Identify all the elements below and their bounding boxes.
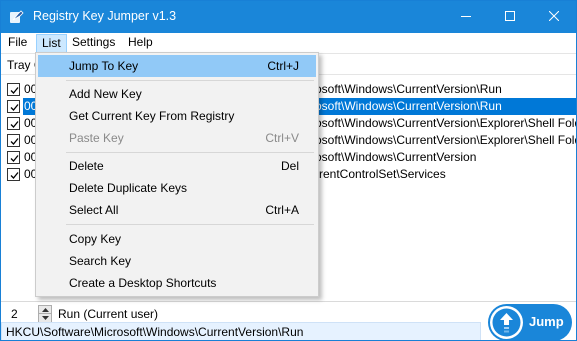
row-checkbox[interactable] [7, 168, 20, 181]
checkmark-icon [10, 155, 19, 162]
app-window: Registry Key Jumper v1.3 File List Setti… [0, 0, 577, 341]
menu-item-shortcut: Ctrl+J [267, 59, 299, 73]
key-count-field[interactable]: 2 [11, 306, 35, 322]
row-checkbox[interactable] [7, 100, 20, 113]
checkmark-icon [10, 87, 19, 94]
app-logo-icon [9, 9, 25, 25]
menu-item-copy-key[interactable]: Copy Key [38, 228, 316, 250]
row-key-path: osoft\Windows\CurrentVersion\Run [315, 82, 502, 96]
menu-item-label: Select All [69, 203, 119, 217]
count-spinner[interactable] [38, 305, 52, 323]
jump-button[interactable]: Jump [488, 304, 572, 340]
menu-item-delete-duplicates[interactable]: Delete Duplicate Keys [38, 177, 316, 199]
window-title: Registry Key Jumper v1.3 [33, 9, 177, 23]
menu-item-search-key[interactable]: Search Key [38, 250, 316, 272]
list-dropdown-menu: Jump To Key Ctrl+J Add New Key Get Curre… [35, 52, 319, 297]
row-checkbox[interactable] [7, 151, 20, 164]
menu-item-delete[interactable]: Delete Del [38, 155, 316, 177]
jump-arrow-icon [490, 306, 523, 339]
menu-item-shortcut: Del [280, 159, 299, 173]
menu-item-shortcut: Ctrl+A [265, 203, 299, 217]
row-key-path: rrentControlSet\Services [315, 167, 446, 181]
maximize-icon [505, 10, 515, 24]
menu-separator [66, 152, 314, 153]
bottom-panel: 2 Run (Current user) HKCU\Software\Micro… [1, 301, 576, 340]
key-path-input[interactable]: HKCU\Software\Microsoft\Windows\CurrentV… [1, 322, 481, 340]
menu-item-label: Delete Duplicate Keys [69, 181, 188, 195]
menu-item-label: Create a Desktop Shortcuts [69, 276, 217, 290]
maximize-button[interactable] [488, 1, 532, 33]
spinner-down-icon[interactable] [39, 314, 51, 322]
row-checkbox[interactable] [7, 83, 20, 96]
menu-settings[interactable]: Settings [67, 34, 120, 53]
menu-item-label: Get Current Key From Registry [69, 109, 235, 123]
menu-item-label: Copy Key [69, 232, 122, 246]
title-bar[interactable]: Registry Key Jumper v1.3 [1, 1, 576, 33]
menu-item-select-all[interactable]: Select All Ctrl+A [38, 199, 316, 221]
menu-item-create-shortcut[interactable]: Create a Desktop Shortcuts [38, 272, 316, 294]
menu-item-shortcut: Ctrl+V [265, 131, 299, 145]
spinner-up-icon[interactable] [39, 306, 51, 314]
menu-item-label: Jump To Key [69, 59, 139, 73]
jump-button-label: Jump [529, 314, 564, 329]
minimize-button[interactable] [444, 1, 488, 33]
checkmark-icon [10, 104, 19, 111]
menu-list[interactable]: List [36, 34, 67, 53]
menu-file[interactable]: File [3, 34, 32, 53]
row-checkbox[interactable] [7, 134, 20, 147]
close-button[interactable] [532, 1, 576, 33]
menu-separator [66, 80, 314, 81]
row-checkbox[interactable] [7, 117, 20, 130]
row-key-path: osoft\Windows\CurrentVersion\Explorer\Sh… [315, 133, 577, 147]
menu-item-paste-key[interactable]: Paste Key Ctrl+V [38, 127, 316, 149]
minimize-icon [461, 10, 471, 24]
menu-item-label: Delete [69, 159, 104, 173]
checkmark-icon [10, 138, 19, 145]
menu-item-label: Search Key [69, 254, 132, 268]
menu-item-label: Paste Key [69, 131, 124, 145]
row-key-path: osoft\Windows\CurrentVersion [315, 150, 477, 164]
row-key-path: osoft\Windows\CurrentVersion\Explorer\Sh… [315, 116, 577, 130]
menu-item-label: Add New Key [69, 87, 142, 101]
row-key-path: osoft\Windows\CurrentVersion\Run [315, 98, 576, 115]
checkmark-icon [10, 121, 19, 128]
menu-item-jump-to-key[interactable]: Jump To Key Ctrl+J [38, 55, 316, 77]
close-icon [548, 10, 560, 24]
menu-bar: File List Settings Help [1, 33, 576, 53]
preset-name-field[interactable]: Run (Current user) [58, 306, 478, 322]
menu-separator [66, 224, 314, 225]
checkmark-icon [10, 172, 19, 179]
menu-help[interactable]: Help [123, 34, 158, 53]
menu-item-get-current-key[interactable]: Get Current Key From Registry [38, 105, 316, 127]
menu-item-add-new-key[interactable]: Add New Key [38, 83, 316, 105]
